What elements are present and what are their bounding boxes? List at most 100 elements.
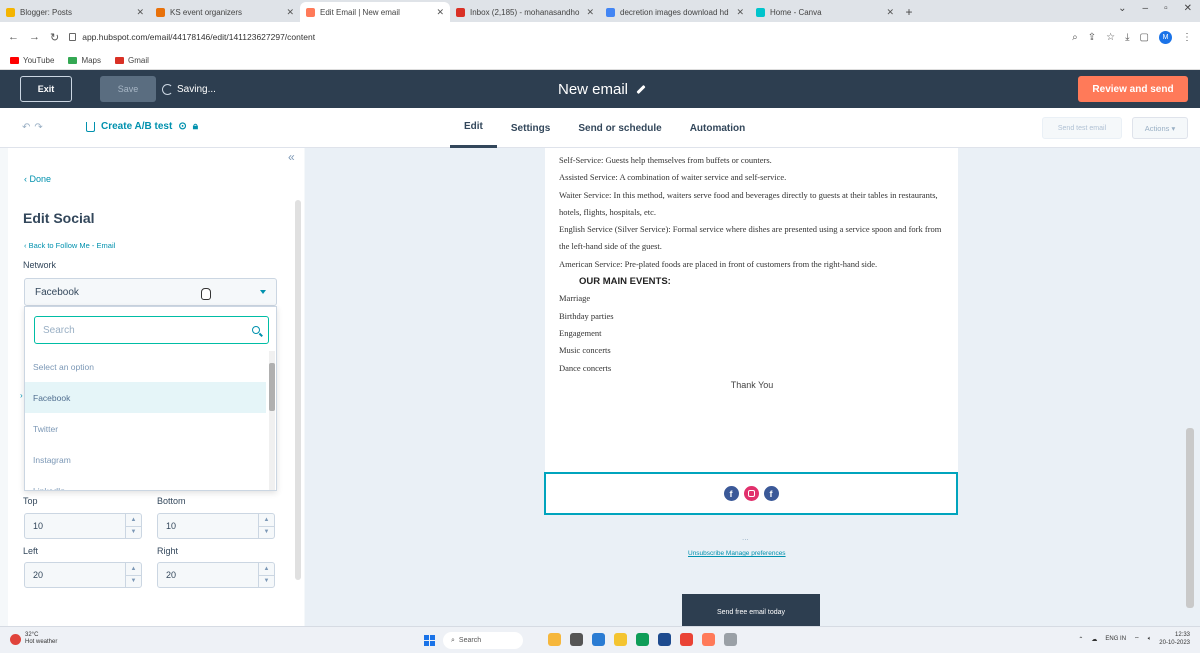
bookmark-item[interactable]: Maps bbox=[68, 56, 101, 65]
bookmark-item[interactable]: Gmail bbox=[115, 56, 149, 65]
done-link[interactable]: ‹ Done bbox=[24, 174, 51, 184]
volume-icon[interactable]: 🔈︎ bbox=[1148, 636, 1152, 643]
email-content-block[interactable]: Self-Service: Guests help themselves fro… bbox=[545, 148, 958, 472]
option-item[interactable]: Instagram bbox=[25, 444, 266, 475]
browser-tab[interactable]: Blogger: Posts ✕ bbox=[0, 2, 150, 22]
padding-left-input[interactable]: 20 ▲ ▼ bbox=[24, 562, 142, 588]
top-stepper[interactable]: ▲ ▼ bbox=[125, 514, 141, 538]
download-icon[interactable]: ⤓ bbox=[1125, 32, 1129, 43]
tab-search-icon[interactable]: ⌄ bbox=[1118, 3, 1126, 14]
bookmark-star-icon[interactable]: ☆ bbox=[1106, 32, 1115, 43]
option-item[interactable]: Select an option bbox=[25, 351, 266, 382]
redo-icon[interactable]: ↷ bbox=[34, 122, 42, 133]
browser-tab[interactable]: KS event organizers ✕ bbox=[150, 2, 300, 22]
cloud-icon[interactable]: ☁ bbox=[1091, 636, 1097, 643]
option-item[interactable]: LinkedIn bbox=[25, 475, 266, 491]
bookmark-item[interactable]: YouTube bbox=[10, 56, 54, 65]
browser-tab[interactable]: decretion images download hd ✕ bbox=[600, 2, 750, 22]
clock[interactable]: 12:33 20-10-2023 bbox=[1159, 631, 1190, 647]
editor-header: Exit Save Saving... New email Review and… bbox=[0, 70, 1200, 108]
padding-right-input[interactable]: 20 ▲ ▼ bbox=[157, 562, 275, 588]
profile-avatar[interactable]: M bbox=[1159, 30, 1172, 44]
tab-edit[interactable]: Edit bbox=[450, 108, 497, 148]
review-and-send-button[interactable]: Review and send bbox=[1078, 76, 1188, 102]
canvas-scrollbar[interactable] bbox=[1186, 428, 1194, 608]
email-title[interactable]: New email bbox=[558, 70, 646, 108]
send-test-email-button[interactable]: Send test email bbox=[1042, 117, 1122, 139]
back-link[interactable]: ‹ Back to Follow Me - Email bbox=[24, 241, 115, 250]
browser-tab[interactable]: Inbox (2,185) - mohanasandho ✕ bbox=[450, 2, 600, 22]
lock-icon: 🔒︎ bbox=[192, 121, 199, 132]
chrome-icon[interactable] bbox=[680, 633, 693, 646]
option-item[interactable]: Twitter bbox=[25, 413, 266, 444]
tab-settings[interactable]: Settings bbox=[497, 108, 564, 148]
close-window-icon[interactable]: ✕ bbox=[1184, 3, 1192, 14]
chat-icon[interactable] bbox=[592, 633, 605, 646]
folder-icon[interactable] bbox=[614, 633, 627, 646]
window-controls: ⌄ – ▫ ✕ bbox=[1118, 3, 1192, 14]
dropdown-scrollbar[interactable] bbox=[269, 351, 275, 490]
search-icon: ⌕ bbox=[451, 636, 455, 644]
collapse-icon[interactable]: « bbox=[288, 150, 295, 164]
windows-start-icon[interactable] bbox=[424, 635, 435, 646]
save-button[interactable]: Save bbox=[100, 76, 156, 102]
search-input[interactable]: Search bbox=[34, 316, 269, 344]
pencil-icon[interactable] bbox=[636, 84, 646, 94]
browser-tab[interactable]: Home - Canva ✕ bbox=[750, 2, 900, 22]
restore-icon[interactable]: ▫ bbox=[1164, 3, 1168, 14]
sidepanel-icon[interactable]: ▢ bbox=[1140, 32, 1149, 43]
language-indicator[interactable]: ENG IN bbox=[1105, 636, 1126, 642]
new-tab-icon[interactable]: + bbox=[900, 2, 918, 22]
network-dropdown: Search Select an option Facebook Twitter In… bbox=[24, 306, 277, 491]
close-tab-icon[interactable]: ✕ bbox=[286, 7, 294, 18]
back-icon[interactable]: ← bbox=[8, 31, 19, 44]
social-follow-block[interactable]: f f bbox=[544, 472, 958, 515]
actions-button[interactable]: Actions ▾ bbox=[1132, 117, 1188, 139]
close-tab-icon[interactable]: ✕ bbox=[736, 7, 744, 18]
close-tab-icon[interactable]: ✕ bbox=[886, 7, 894, 18]
bottom-stepper[interactable]: ▲ ▼ bbox=[258, 514, 274, 538]
close-tab-icon[interactable]: ✕ bbox=[136, 7, 144, 18]
close-tab-icon[interactable]: ✕ bbox=[436, 7, 444, 18]
bookmark-icon bbox=[115, 57, 124, 64]
wifi-icon[interactable]: ⌔ bbox=[1134, 635, 1140, 643]
caret-down-icon bbox=[260, 290, 266, 294]
zoom-icon[interactable]: ⌕ bbox=[1072, 32, 1078, 43]
url-field[interactable]: app.hubspot.com/email/44178146/edit/1411… bbox=[69, 32, 1072, 42]
store-icon[interactable] bbox=[658, 633, 671, 646]
favicon-icon bbox=[6, 7, 15, 17]
edge-icon[interactable] bbox=[636, 633, 649, 646]
tab-send-or-schedule[interactable]: Send or schedule bbox=[564, 108, 675, 148]
notepad-icon[interactable] bbox=[724, 633, 737, 646]
unsubscribe-link[interactable]: Unsubscribe Manage preferences bbox=[688, 550, 786, 557]
right-stepper[interactable]: ▲ ▼ bbox=[258, 563, 274, 587]
bottom-label: Bottom bbox=[157, 496, 186, 506]
hubspot-icon[interactable] bbox=[702, 633, 715, 646]
chevron-up-icon[interactable]: ⌃ bbox=[1078, 636, 1083, 643]
share-icon[interactable]: ⇪ bbox=[1088, 32, 1096, 43]
taskbar-search[interactable]: ⌕ Search bbox=[443, 632, 523, 649]
undo-icon[interactable]: ↶ bbox=[22, 122, 30, 133]
reload-icon[interactable]: ↻ bbox=[50, 31, 59, 44]
option-item[interactable]: Facebook bbox=[25, 382, 266, 413]
free-email-banner[interactable]: Send free email today bbox=[682, 594, 820, 626]
create-ab-test-link[interactable]: Create A/B test ⊙ 🔒︎ bbox=[86, 121, 198, 132]
close-tab-icon[interactable]: ✕ bbox=[586, 7, 594, 18]
padding-bottom-input[interactable]: 10 ▲ ▼ bbox=[157, 513, 275, 539]
top-label: Top bbox=[23, 496, 38, 506]
file-explorer-icon[interactable] bbox=[570, 633, 583, 646]
event-item: Engagement bbox=[559, 327, 602, 338]
weather-widget[interactable]: 32°C Hot weather bbox=[10, 632, 57, 646]
hand-cursor-icon bbox=[201, 288, 211, 300]
network-select[interactable]: Facebook bbox=[24, 278, 277, 306]
padding-top-input[interactable]: 10 ▲ ▼ bbox=[24, 513, 142, 539]
panel-scrollbar[interactable] bbox=[295, 200, 301, 580]
minimize-icon[interactable]: – bbox=[1143, 3, 1149, 14]
menu-icon[interactable]: ⋮ bbox=[1182, 32, 1192, 43]
browser-tab[interactable]: Edit Email | New email ✕ bbox=[300, 2, 450, 22]
left-stepper[interactable]: ▲ ▼ bbox=[125, 563, 141, 587]
forward-icon[interactable]: → bbox=[29, 31, 40, 44]
exit-button[interactable]: Exit bbox=[20, 76, 72, 102]
app-icon[interactable] bbox=[548, 633, 561, 646]
tab-automation[interactable]: Automation bbox=[676, 108, 760, 148]
